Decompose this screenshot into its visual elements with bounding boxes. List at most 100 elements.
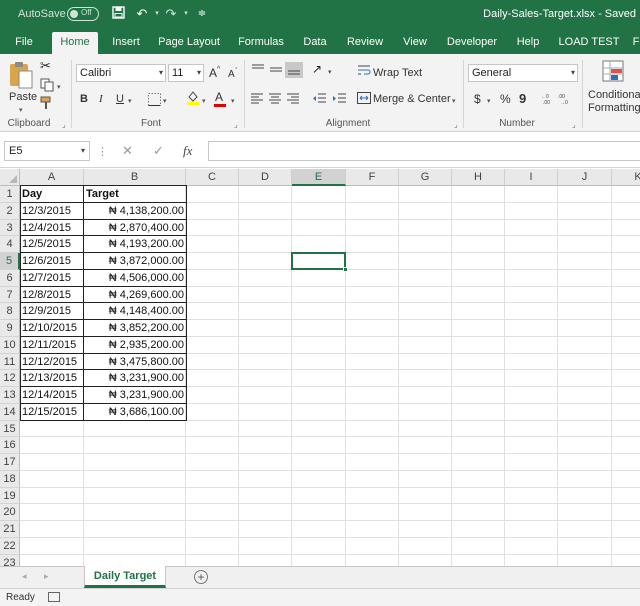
macro-recording-icon[interactable] [48,592,60,602]
cell-target[interactable]: ₦ 4,138,200.00 [84,203,186,220]
decrease-decimal-icon[interactable]: .00 →0 [558,92,572,108]
percent-button[interactable]: % [500,92,511,106]
row-header-8[interactable]: 8 [0,303,20,320]
tab-overflow[interactable]: F [630,34,640,54]
align-middle-icon[interactable] [269,64,283,79]
row-header-20[interactable]: 20 [0,504,20,521]
paste-icon[interactable] [8,60,34,93]
cut-icon[interactable]: ✂ [40,58,51,74]
fill-handle[interactable] [343,266,348,272]
cell-target[interactable]: ₦ 3,231,900.00 [84,387,186,404]
number-format-select[interactable]: General ▾ [468,64,578,82]
underline-dropdown-icon[interactable]: ▾ [128,95,132,109]
cell-day[interactable]: 12/12/2015 [20,354,84,371]
orientation-dropdown-icon[interactable]: ▾ [328,66,332,80]
name-box[interactable]: E5 ▾ [4,141,90,161]
redo-icon[interactable]: ↷ [163,6,179,22]
align-left-icon[interactable] [251,93,264,107]
clipboard-launcher-icon[interactable]: ⌟ [62,120,66,129]
column-header-a[interactable]: A [20,169,84,186]
comma-style-button[interactable]: 9 [519,92,526,106]
column-header-i[interactable]: I [505,169,558,186]
font-color-button[interactable]: A [215,90,223,104]
conditional-formatting-label-1[interactable]: Conditional [588,88,640,102]
cell-day[interactable]: 12/9/2015 [20,303,84,320]
cell-day[interactable]: 12/8/2015 [20,287,84,304]
column-header-e[interactable]: E [292,169,346,186]
decrease-indent-icon[interactable] [312,93,326,107]
italic-button[interactable]: I [99,92,103,106]
column-header-b[interactable]: B [84,169,186,186]
wrap-text-button[interactable]: Wrap Text [373,66,422,80]
tab-home[interactable]: Home [52,32,98,54]
row-header-6[interactable]: 6 [0,269,20,287]
column-header-g[interactable]: G [399,169,452,186]
cancel-formula-button[interactable]: ✕ [122,143,133,159]
cell-target[interactable]: ₦ 3,686,100.00 [84,404,186,421]
cell-target[interactable]: ₦ 4,193,200.00 [84,236,186,253]
formula-bar-grip-icon[interactable]: ⋮ [97,145,108,158]
shrink-font-button[interactable]: A [228,68,235,82]
number-launcher-icon[interactable]: ⌟ [572,120,576,129]
copy-icon[interactable] [40,78,54,95]
column-header-f[interactable]: F [346,169,399,186]
row-header-1[interactable]: 1 [0,186,20,203]
cell-target[interactable]: ₦ 4,506,000.00 [84,270,186,287]
redo-dropdown-icon[interactable]: ▾ [178,6,194,22]
underline-button[interactable]: U [116,92,124,106]
row-header-23[interactable]: 23 [0,554,20,566]
cell-day[interactable]: 12/11/2015 [20,337,84,354]
tab-developer[interactable]: Developer [444,34,500,54]
row-header-13[interactable]: 13 [0,387,20,404]
align-center-icon[interactable] [269,93,282,107]
column-header-c[interactable]: C [186,169,239,186]
tab-file[interactable]: File [8,34,40,54]
column-header-d[interactable]: D [239,169,292,186]
paste-button[interactable]: Paste [9,90,37,104]
format-painter-icon[interactable] [40,96,54,113]
column-header-j[interactable]: J [558,169,612,186]
currency-button[interactable]: $ [474,92,481,106]
conditional-formatting-icon[interactable] [602,60,624,85]
row-header-9[interactable]: 9 [0,320,20,337]
align-right-icon[interactable] [287,93,300,107]
merge-center-button[interactable]: Merge & Center [373,92,451,106]
cell-day[interactable]: 12/14/2015 [20,387,84,404]
worksheet-grid[interactable]: A B C D E F G H I J K 1 2 3 4 5 6 7 8 9 10 11 12 13 14 15 16 17 18 19… [0,169,640,566]
tab-view[interactable]: View [396,34,434,54]
fill-color-icon[interactable] [186,90,200,109]
select-all-button[interactable] [0,169,20,186]
tab-formulas[interactable]: Formulas [232,34,290,54]
conditional-formatting-label-2[interactable]: Formatting [588,101,640,115]
scroll-right-icon[interactable]: ▸ [44,571,49,582]
cell-day[interactable]: 12/7/2015 [20,270,84,287]
tab-data[interactable]: Data [298,34,332,54]
currency-dropdown-icon[interactable]: ▾ [487,95,491,109]
row-header-18[interactable]: 18 [0,470,20,488]
cell-day[interactable]: 12/6/2015 [20,253,84,270]
sheet-tab-daily-target[interactable]: Daily Target [84,566,166,588]
insert-function-button[interactable]: fx [183,143,192,159]
increase-decimal-icon[interactable]: ←0.00 [541,92,555,108]
font-size-select[interactable]: 11 ▾ [168,64,204,82]
column-header-h[interactable]: H [452,169,505,186]
cell-target[interactable]: ₦ 2,870,400.00 [84,220,186,237]
undo-icon[interactable]: ↶ [134,6,150,22]
cell-day[interactable]: 12/15/2015 [20,404,84,421]
align-bottom-icon[interactable] [285,62,303,78]
copy-dropdown-icon[interactable]: ▾ [57,81,61,95]
cell-target[interactable]: ₦ 3,231,900.00 [84,370,186,387]
row-header-21[interactable]: 21 [0,521,20,538]
add-sheet-button[interactable]: + [194,570,208,584]
cell-target[interactable]: ₦ 4,269,600.00 [84,287,186,304]
borders-dropdown-icon[interactable]: ▾ [163,95,167,109]
cell-day[interactable]: 12/13/2015 [20,370,84,387]
row-header-4[interactable]: 4 [0,236,20,253]
grow-font-button[interactable]: A [209,66,217,80]
row-header-11[interactable]: 11 [0,353,20,371]
font-launcher-icon[interactable]: ⌟ [234,120,238,129]
row-header-14[interactable]: 14 [0,403,20,421]
cell-target[interactable]: ₦ 4,148,400.00 [84,303,186,320]
tab-help[interactable]: Help [510,34,546,54]
tab-page-layout[interactable]: Page Layout [154,34,224,54]
